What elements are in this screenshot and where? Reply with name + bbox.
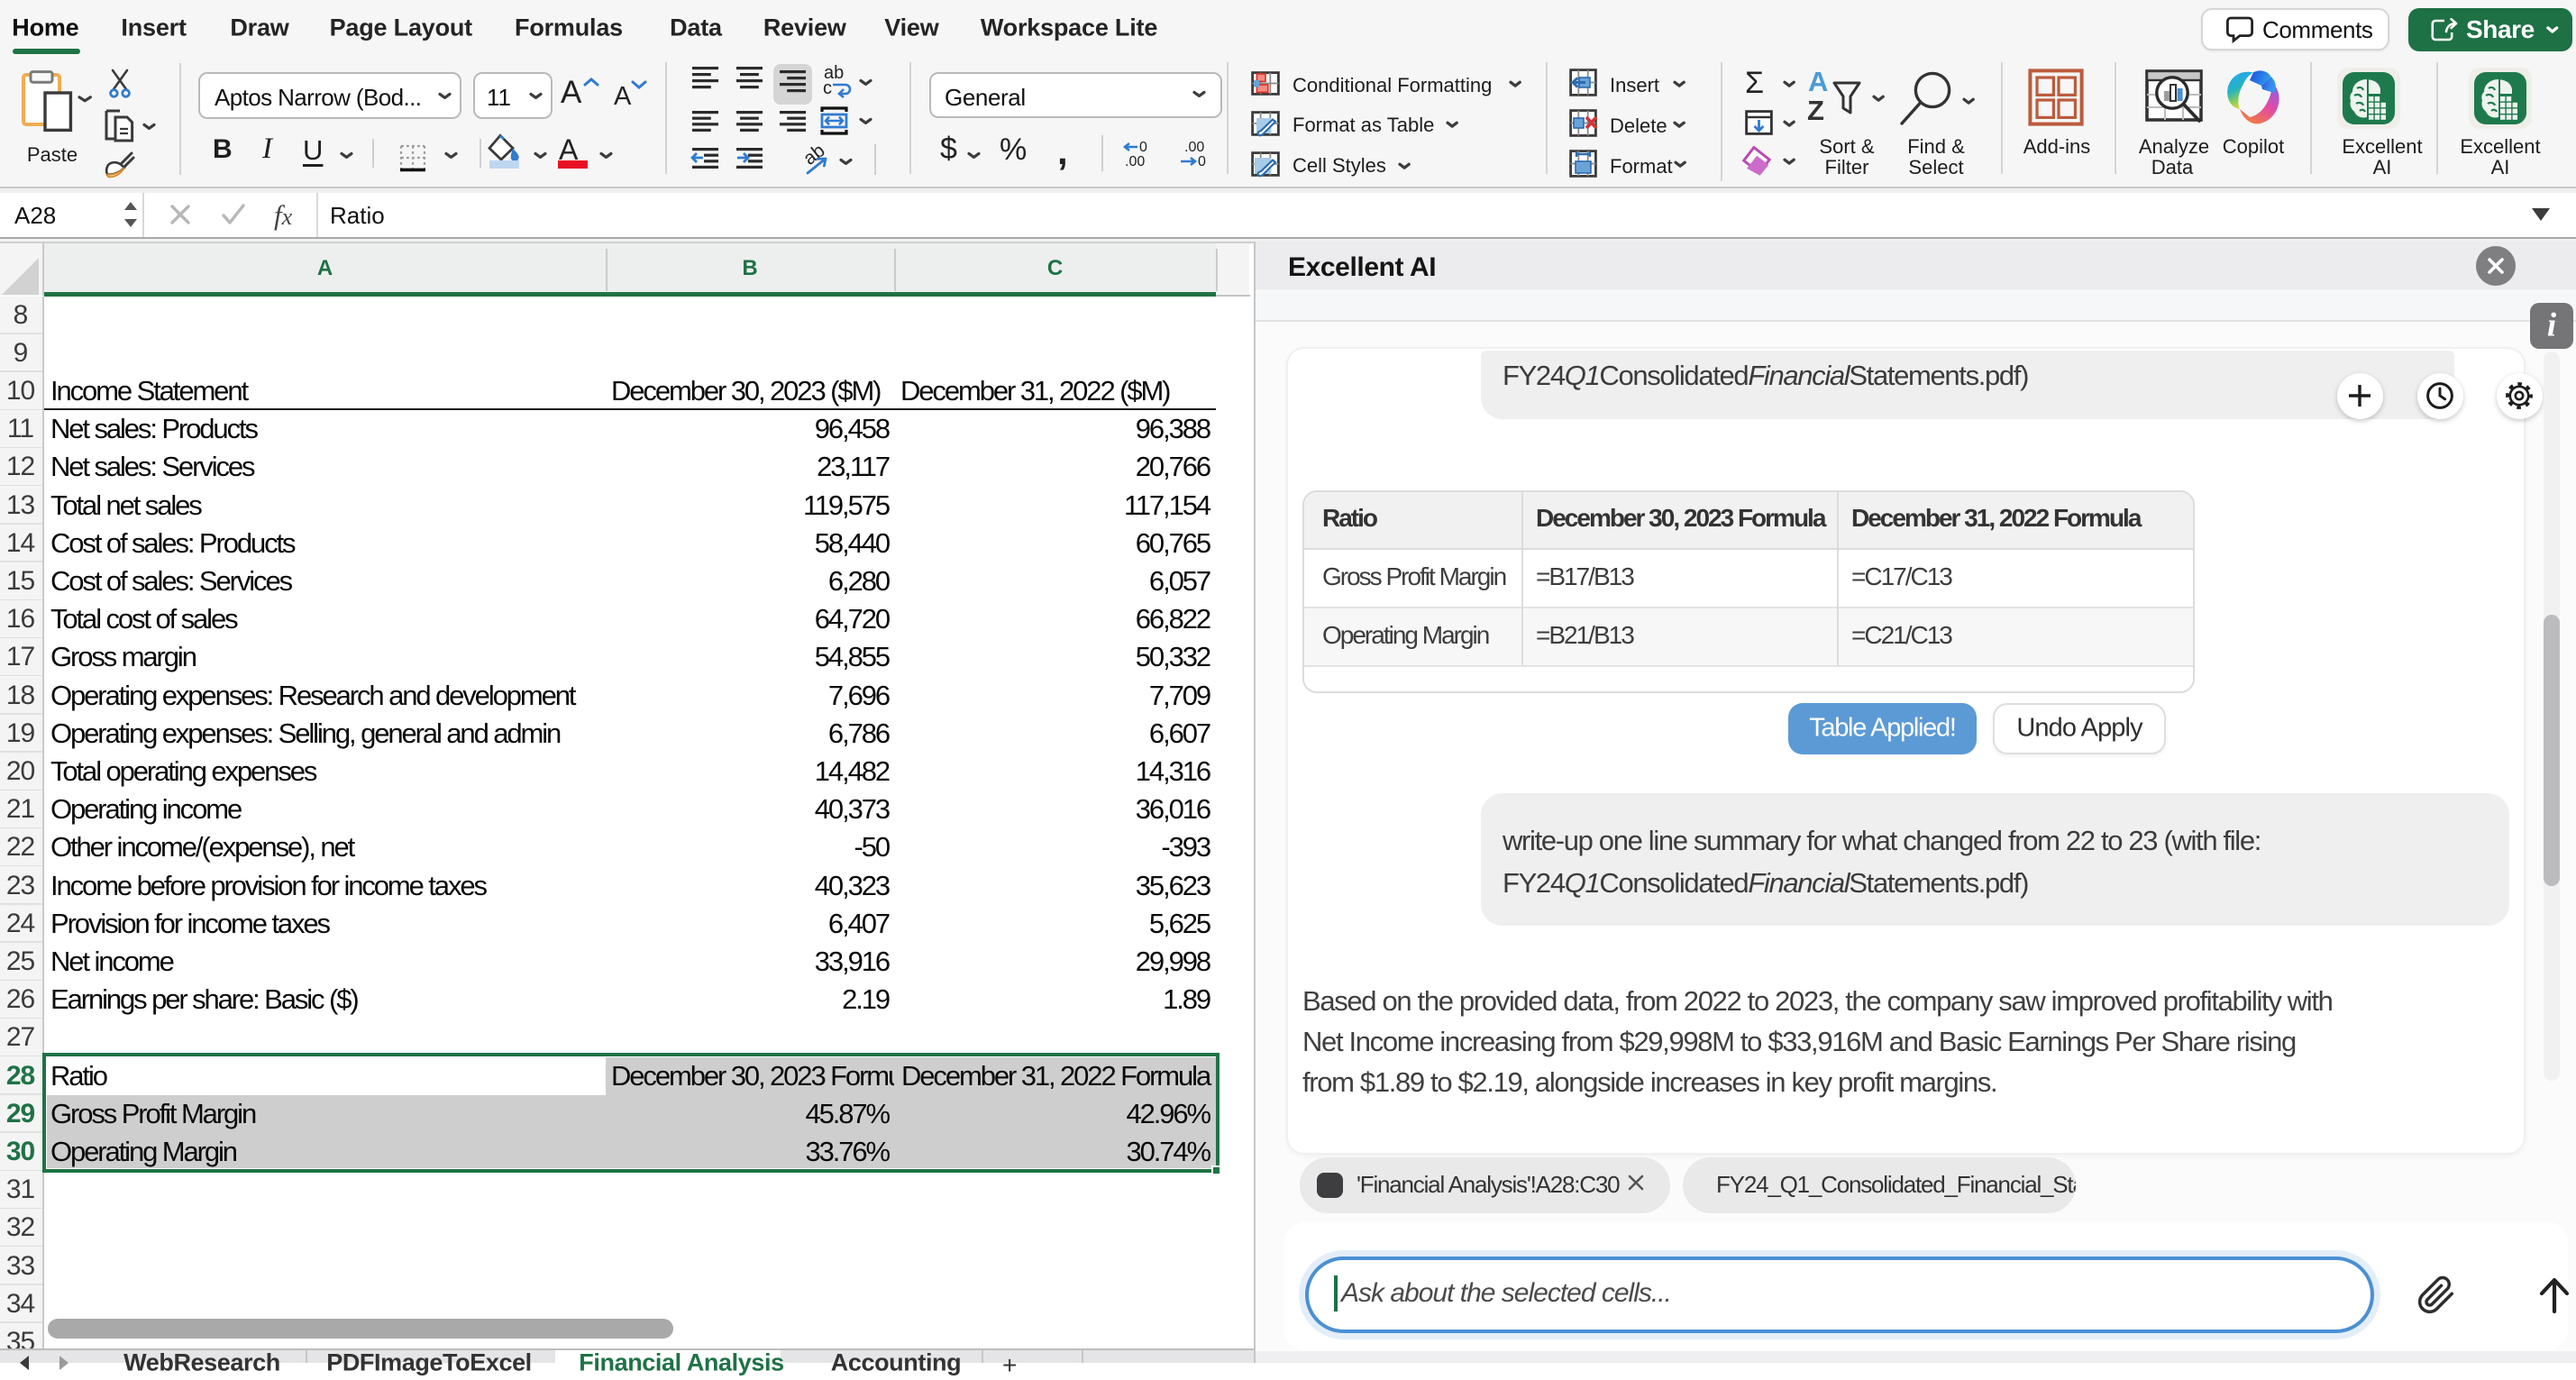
svg-text:0: 0 [1198, 154, 1206, 169]
svg-text:0: 0 [1139, 140, 1147, 155]
svg-text:.00: .00 [1125, 154, 1145, 169]
svg-text:.00: .00 [1184, 140, 1204, 155]
